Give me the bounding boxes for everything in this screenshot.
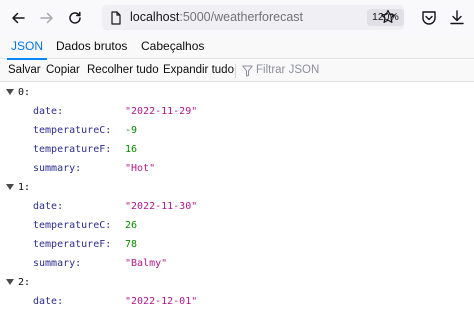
page-info-icon[interactable] xyxy=(109,11,123,25)
url-bar[interactable]: localhost:5000/weatherforecast 120% xyxy=(102,5,404,30)
json-value: 26 xyxy=(125,220,138,231)
expand-all-button[interactable]: Expandir tudo xyxy=(163,60,234,81)
collapse-all-button[interactable]: Recolher tudo xyxy=(87,60,159,81)
json-value: 16 xyxy=(125,144,138,155)
json-key: temperatureC: xyxy=(33,125,112,136)
json-key: temperatureF: xyxy=(33,239,112,250)
json-key: summary: xyxy=(33,258,82,269)
json-value: 78 xyxy=(125,239,138,250)
tab-raw-data[interactable]: Dados brutos xyxy=(56,35,127,59)
expand-toggle-icon[interactable] xyxy=(6,279,14,285)
json-index-label: 1: xyxy=(18,182,31,193)
star-icon[interactable] xyxy=(380,9,396,25)
json-index-label: 0: xyxy=(18,87,31,98)
url-host: localhost xyxy=(130,10,180,24)
json-toolbar: Salvar Copiar Recolher tudo Expandir tud… xyxy=(0,60,474,82)
json-row[interactable]: summary: "Balmy" xyxy=(0,254,474,273)
json-value: "Hot" xyxy=(125,163,156,174)
json-row[interactable]: date: "2022-11-29" xyxy=(0,102,474,121)
filter-json-input[interactable]: Filtrar JSON xyxy=(256,60,319,81)
save-button[interactable]: Salvar xyxy=(8,60,41,81)
toolbar-divider xyxy=(235,64,236,78)
forward-arrow-icon[interactable] xyxy=(37,8,57,28)
json-value: "2022-11-30" xyxy=(125,201,198,212)
tab-json[interactable]: JSON xyxy=(6,35,48,60)
json-key: temperatureF: xyxy=(33,144,112,155)
json-key: temperatureC: xyxy=(33,220,112,231)
json-key: date: xyxy=(33,201,64,212)
json-key: date: xyxy=(33,106,64,117)
copy-button[interactable]: Copiar xyxy=(46,60,80,81)
json-row[interactable]: date: "2022-11-30" xyxy=(0,197,474,216)
browser-toolbar: localhost:5000/weatherforecast 120% xyxy=(0,0,474,35)
json-key: date: xyxy=(33,296,64,307)
json-row[interactable]: temperatureF: 78 xyxy=(0,235,474,254)
json-row[interactable]: temperatureC: 26 xyxy=(0,216,474,235)
json-row-index-2[interactable]: 2: xyxy=(0,273,474,292)
tab-headers[interactable]: Cabeçalhos xyxy=(141,35,204,59)
pocket-icon[interactable] xyxy=(420,9,438,27)
json-value: "2022-12-01" xyxy=(125,296,198,307)
filter-icon xyxy=(242,65,253,77)
json-index-label: 2: xyxy=(18,277,31,288)
expand-toggle-icon[interactable] xyxy=(6,89,14,95)
json-row-index-1[interactable]: 1: xyxy=(0,178,474,197)
back-arrow-icon[interactable] xyxy=(8,8,28,28)
download-icon[interactable] xyxy=(448,9,466,27)
json-row[interactable]: temperatureF: 16 xyxy=(0,140,474,159)
json-value: "Balmy" xyxy=(125,258,168,269)
expand-toggle-icon[interactable] xyxy=(6,184,14,190)
json-row[interactable]: summary: "Hot" xyxy=(0,159,474,178)
json-value: "2022-11-29" xyxy=(125,106,198,117)
json-row[interactable]: temperatureC: -9 xyxy=(0,121,474,140)
url-text[interactable]: localhost:5000/weatherforecast xyxy=(130,10,303,25)
json-viewer-tabs: JSON Dados brutos Cabeçalhos xyxy=(0,35,474,60)
json-value: -9 xyxy=(125,125,138,136)
json-row-index-0[interactable]: 0: xyxy=(0,83,474,102)
url-path: :5000/weatherforecast xyxy=(179,10,304,24)
reload-icon[interactable] xyxy=(65,8,85,28)
json-row[interactable]: date: "2022-12-01" xyxy=(0,292,474,311)
json-key: summary: xyxy=(33,163,82,174)
